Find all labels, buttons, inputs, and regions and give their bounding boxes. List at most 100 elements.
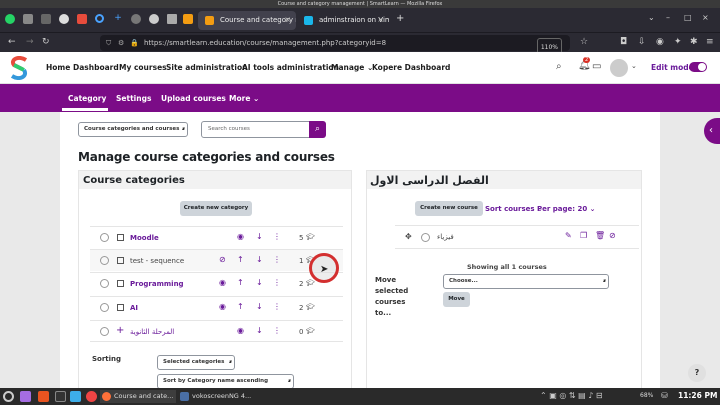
task-firefox[interactable]: Course and cate... <box>100 390 176 403</box>
eye-icon[interactable]: ◉ <box>237 326 244 335</box>
arrow-down-icon[interactable]: ↓ <box>256 326 263 335</box>
shield-icon[interactable]: ⛉ <box>106 35 111 51</box>
menu-icon[interactable]: ≡ <box>706 37 714 47</box>
category-row-moodle[interactable]: Moodle ◉ ↓ ⋮ 5 🎓︎ <box>90 226 343 248</box>
nav-my-courses[interactable]: My courses <box>119 63 167 72</box>
tab-settings[interactable]: Settings <box>116 94 151 103</box>
chevron-down-icon[interactable]: ⌄ <box>648 13 655 22</box>
pinned-tab-sm[interactable] <box>22 13 34 25</box>
tray-icons[interactable]: ⌃ ▣ ◎ ⇅ ▤ ♪ ⊟ <box>540 391 603 400</box>
nav-site-administration[interactable]: Site administration <box>166 63 247 72</box>
sorting-select[interactable]: Selected categories <box>157 355 235 370</box>
battery-level[interactable]: 68% <box>640 392 653 399</box>
plus-icon[interactable]: + <box>116 325 124 336</box>
arrow-down-icon[interactable]: ↓ <box>256 302 263 311</box>
extensions-icon[interactable]: ✱ <box>690 37 698 47</box>
expand-radio[interactable] <box>100 327 109 336</box>
messages-icon[interactable]: ▭ <box>592 61 601 72</box>
kebab-menu-icon[interactable]: ⋮ <box>273 255 281 264</box>
search-icon[interactable]: ⌕ <box>556 61 562 72</box>
pinned-tab-moodle[interactable] <box>182 13 194 25</box>
pinned-tab-chatgpt[interactable] <box>148 13 160 25</box>
nav-manage[interactable]: Manage ⌄ <box>331 63 373 72</box>
category-row-programming[interactable]: Programming ◉ ↑ ↓ ⋮ 2 🎓︎ <box>90 272 343 294</box>
select-checkbox[interactable] <box>117 257 124 264</box>
pinned-tab-blue[interactable] <box>94 13 106 25</box>
url-bar[interactable]: ⛉ ⚙ 🔒 https://smartlearn.education/cours… <box>100 35 570 58</box>
arrow-down-icon[interactable]: ↓ <box>256 232 263 241</box>
category-row-secondary-stage[interactable]: + المرحلة الثانوية ◉ ↓ ⋮ 0 🎓︎ <box>90 320 343 342</box>
app-icon[interactable] <box>38 391 49 402</box>
arrow-down-icon[interactable]: ↓ <box>256 278 263 287</box>
select-checkbox[interactable] <box>117 234 124 241</box>
course-radio[interactable] <box>421 233 430 242</box>
category-row-ai[interactable]: AI ◉ ↑ ↓ ⋮ 2 🎓︎ <box>90 296 343 318</box>
kebab-menu-icon[interactable]: ⋮ <box>273 302 281 311</box>
category-name[interactable]: Moodle <box>130 234 159 242</box>
reload-icon[interactable]: ↻ <box>42 37 50 47</box>
sort-courses-link[interactable]: Sort courses ⌄ <box>485 205 543 213</box>
back-icon[interactable]: ← <box>8 37 16 47</box>
nav-kopere-dashboard[interactable]: Kopere Dashboard <box>372 63 450 72</box>
search-input[interactable]: Search courses <box>201 121 310 138</box>
category-name[interactable]: AI <box>130 304 138 312</box>
course-row[interactable]: ✥ فيزياء ✎ ❐ 🗑︎ ⊘ <box>395 225 639 249</box>
pinned-tab-video[interactable] <box>166 13 178 25</box>
task-vokoscreen[interactable]: vokoscreenNG 4... <box>178 390 251 403</box>
drawer-toggle-button[interactable]: ‹ <box>704 118 720 144</box>
category-row-test-sequence[interactable]: test - sequence ⊘ ↑ ↓ ⋮ 1🎓︎ <box>90 249 343 271</box>
help-button[interactable]: ? <box>688 364 706 382</box>
expand-radio[interactable] <box>100 256 109 265</box>
copy-icon[interactable]: ❐ <box>580 231 587 240</box>
eye-slash-icon[interactable]: ⊘ <box>219 255 226 264</box>
expand-radio[interactable] <box>100 303 109 312</box>
pinned-tab-whatsapp[interactable] <box>4 13 16 25</box>
bookmark-star-icon[interactable]: ☆ <box>580 37 588 47</box>
create-course-button[interactable]: Create new course <box>415 201 483 216</box>
eye-icon[interactable]: ◉ <box>219 278 226 287</box>
edit-mode-toggle[interactable] <box>689 62 707 72</box>
pencil-icon[interactable]: ✎ <box>565 231 572 240</box>
eye-icon[interactable]: ◉ <box>219 302 226 311</box>
nav-dashboard[interactable]: Dashboard <box>73 63 119 72</box>
pinned-tab-plus[interactable]: + <box>112 13 124 25</box>
kebab-menu-icon[interactable]: ⋮ <box>273 326 281 335</box>
create-category-button[interactable]: Create new category <box>180 201 252 216</box>
lock-icon[interactable]: 🔒 <box>130 35 139 51</box>
expand-radio[interactable] <box>100 233 109 242</box>
close-window-icon[interactable]: × <box>702 13 709 22</box>
move-button[interactable]: Move <box>443 292 470 307</box>
course-name[interactable]: فيزياء <box>437 233 454 241</box>
sort-by-select[interactable]: Sort by Category name ascending <box>157 374 294 389</box>
per-page-link[interactable]: Per page: 20 ⌄ <box>537 205 596 213</box>
arrow-down-icon[interactable]: ↓ <box>256 255 263 264</box>
pinned-tab-s[interactable] <box>130 13 142 25</box>
eye-icon[interactable]: ◉ <box>237 232 244 241</box>
browser-tab[interactable]: adminstraion on Vim × <box>297 11 389 30</box>
eye-slash-icon[interactable]: ⊘ <box>609 231 616 240</box>
account-icon[interactable]: ◉ <box>656 37 664 47</box>
nav-home[interactable]: Home <box>46 63 70 72</box>
kebab-menu-icon[interactable]: ⋮ <box>273 232 281 241</box>
maximize-icon[interactable]: □ <box>684 13 692 22</box>
new-tab-button[interactable]: + <box>396 13 404 24</box>
forward-icon[interactable]: → <box>26 37 34 47</box>
permissions-icon[interactable]: ⚙ <box>118 35 124 51</box>
category-name[interactable]: المرحلة الثانوية <box>130 328 174 336</box>
extension-icon[interactable]: ✦ <box>674 37 682 47</box>
tab-more[interactable]: More ⌄ <box>229 94 259 103</box>
chrome-icon[interactable] <box>86 391 97 402</box>
chevron-down-icon[interactable]: ⌄ <box>631 62 637 70</box>
select-checkbox[interactable] <box>117 304 124 311</box>
power-icon[interactable] <box>3 391 14 402</box>
arrow-up-icon[interactable]: ↑ <box>237 278 244 287</box>
terminal-icon[interactable] <box>55 391 66 402</box>
arrow-up-icon[interactable]: ↑ <box>237 255 244 264</box>
trash-icon[interactable]: 🗑︎ <box>595 231 605 240</box>
move-icon[interactable]: ✥ <box>405 232 412 241</box>
select-checkbox[interactable] <box>117 280 124 287</box>
files-icon[interactable] <box>70 391 81 402</box>
category-name[interactable]: test - sequence <box>130 257 184 265</box>
network-icon[interactable]: ⛁ <box>661 391 668 400</box>
pinned-tab-github[interactable] <box>58 13 70 25</box>
